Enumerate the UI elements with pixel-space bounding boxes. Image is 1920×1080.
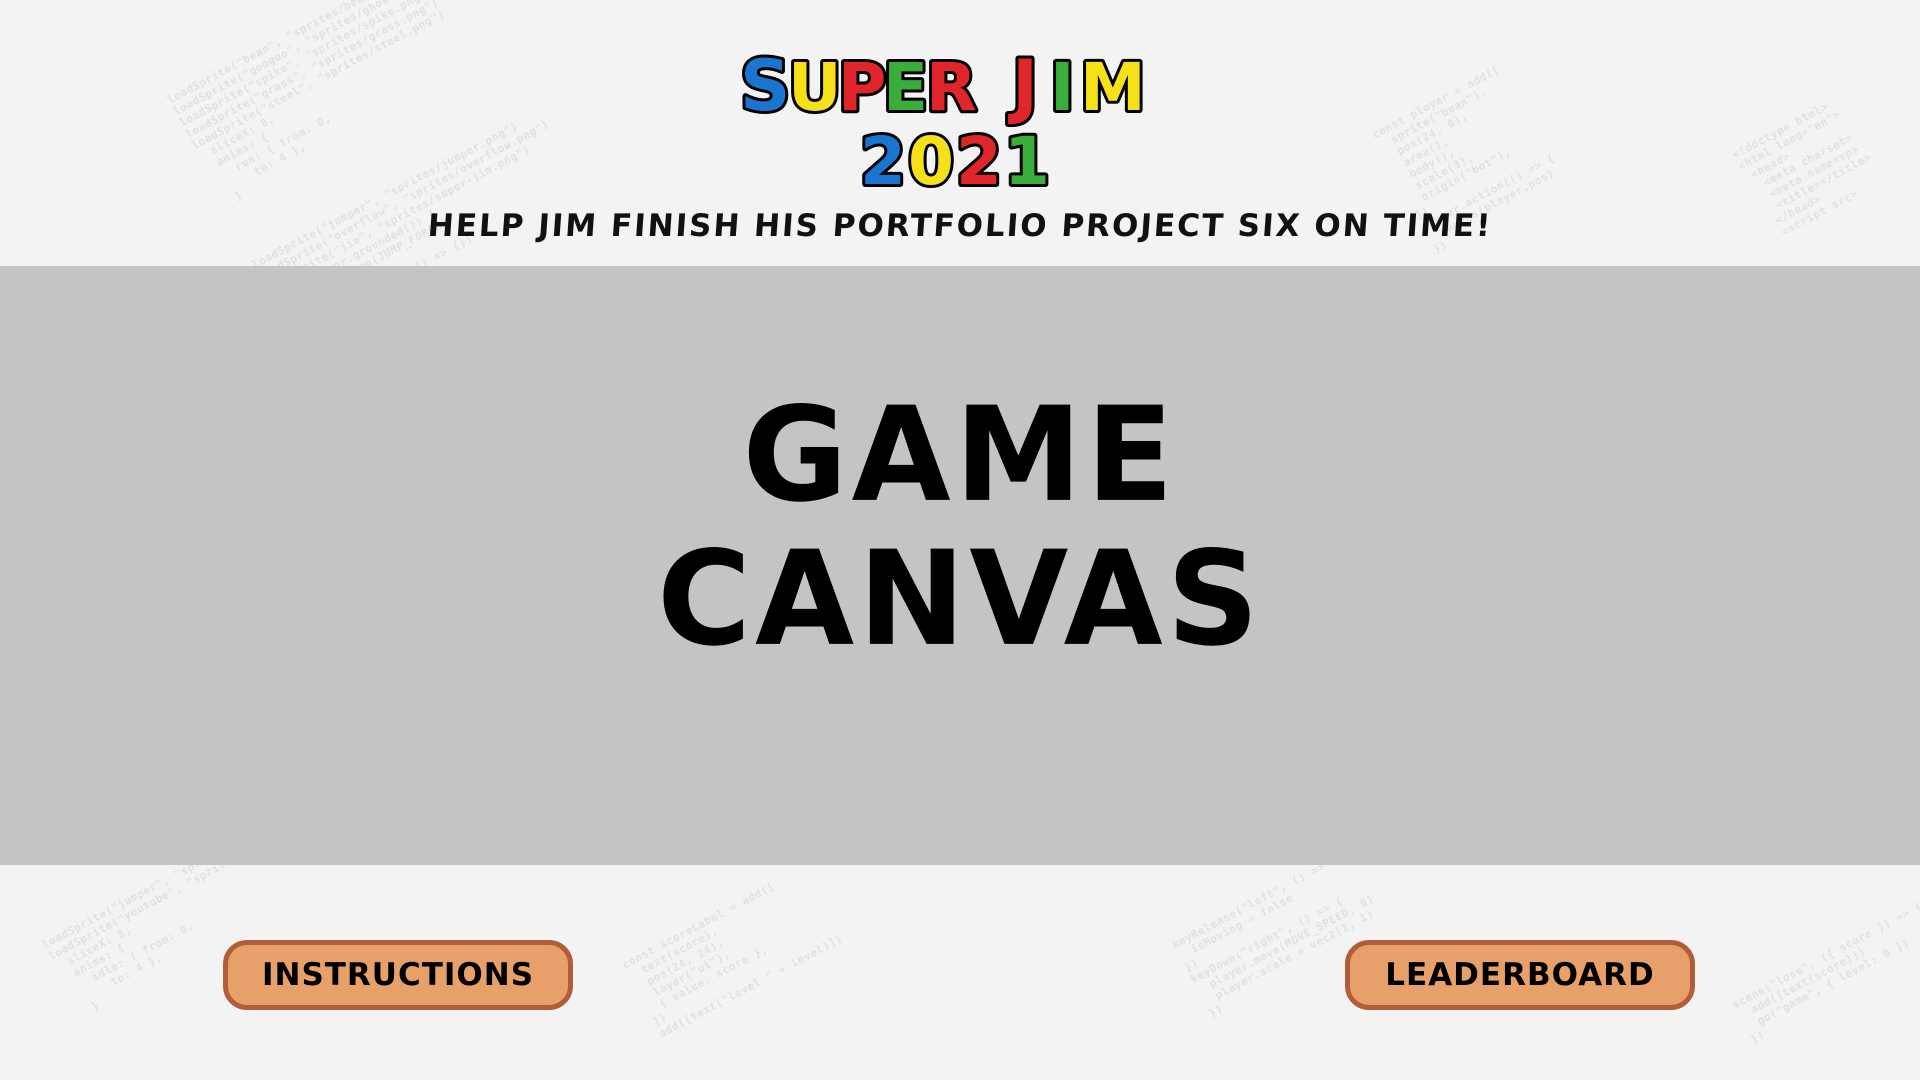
logo-digit-2b: 2 xyxy=(956,123,1002,194)
header: S U P E R J I M 2 0 2 1 HELP JIM FINISH … xyxy=(0,0,1920,266)
tagline: HELP JIM FINISH HIS PORTFOLIO PROJECT SI… xyxy=(426,208,1494,244)
game-canvas-title-line1: GAME xyxy=(742,379,1178,532)
code-watermark: scene("lose", ({ score }) => { add([text… xyxy=(1730,899,1920,1046)
super-jim-logo: S U P E R J I M 2 0 2 1 xyxy=(730,44,1190,194)
leaderboard-button[interactable]: LEADERBOARD xyxy=(1345,940,1695,1010)
logo-art: S U P E R J I M 2 0 2 1 xyxy=(737,44,1149,194)
instructions-button[interactable]: INSTRUCTIONS xyxy=(223,940,573,1010)
logo-letter-m: M xyxy=(1080,49,1146,126)
logo-digit-0: 0 xyxy=(908,123,954,194)
page: loadSprite("bean", "sprites/bean.png") l… xyxy=(0,0,1920,1080)
game-canvas-title-line2: CANVAS xyxy=(657,523,1263,676)
logo-letter-r: R xyxy=(926,49,977,126)
logo-letter-s: S xyxy=(740,45,790,127)
logo-letter-j: J xyxy=(1008,45,1038,127)
logo-letter-p: P xyxy=(838,49,886,126)
logo-digit-1: 1 xyxy=(1004,123,1050,194)
code-watermark: const scoreLabel = add([ text(score), po… xyxy=(620,879,846,1041)
logo-letter-i: I xyxy=(1050,49,1075,126)
game-canvas-placeholder: GAME CANVAS xyxy=(0,379,1920,676)
logo-letter-e: E xyxy=(883,49,928,126)
game-canvas[interactable]: GAME CANVAS xyxy=(0,266,1920,865)
logo-letter-u: U xyxy=(788,49,842,126)
logo-digit-2a: 2 xyxy=(860,123,906,194)
